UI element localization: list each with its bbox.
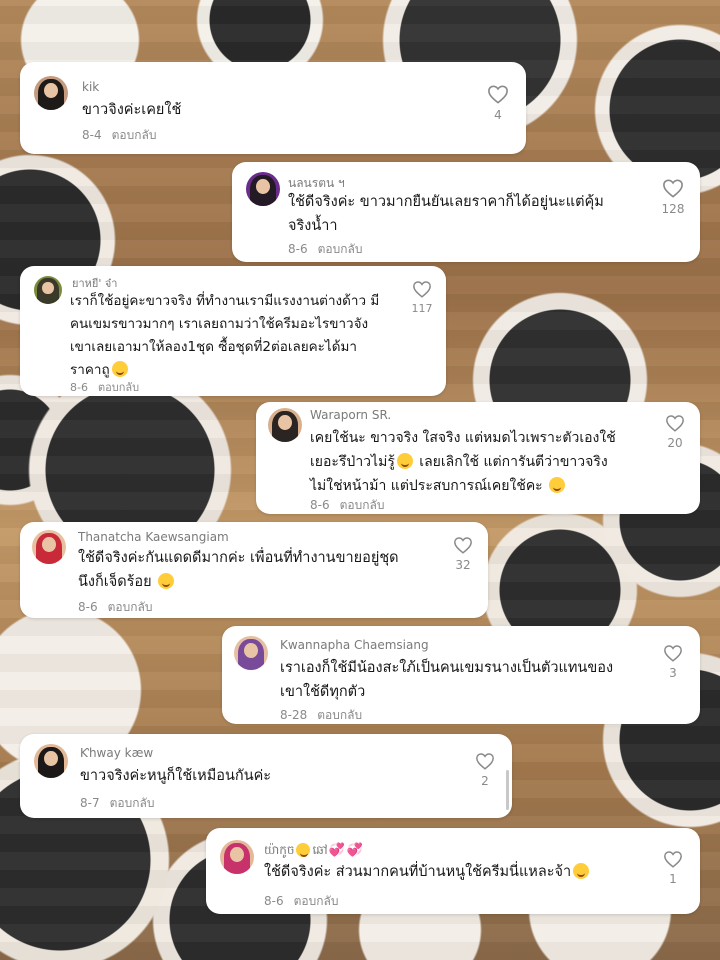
comment-username[interactable]: យ៉ាកូច ឆៅ💞 💞 xyxy=(264,842,364,860)
smiling-face-with-hearts-icon xyxy=(158,573,175,589)
grinning-face-icon xyxy=(549,477,566,493)
like-count: 117 xyxy=(411,302,433,315)
comment-text: ใช้ดีจริงค่ะ ส่วนมากคนที่บ้านหนูใช้ครีมน… xyxy=(264,860,644,884)
comment-text: ใช้ดีจริงค่ะกันแดดดีมากค่ะ เพื่อนที่ทำงา… xyxy=(78,550,399,590)
avatar[interactable] xyxy=(34,744,68,778)
heart-icon xyxy=(413,281,431,298)
smiling-face-with-hearts-icon xyxy=(296,843,311,857)
avatar[interactable] xyxy=(268,408,302,442)
like-count: 20 xyxy=(667,436,683,450)
comment-card: Thanatcha Kaewsangiam ใช้ดีจริงค่ะกันแดด… xyxy=(20,522,488,618)
comment-date: 8-7 xyxy=(80,796,100,810)
avatar[interactable] xyxy=(34,76,68,110)
like-count: 2 xyxy=(481,774,489,788)
heart-icon xyxy=(666,415,684,432)
comment-username[interactable]: kik xyxy=(82,80,99,94)
comment-text: ใช้ดีจริงค่ะ ขาวมากยืนยันเลยราคาก็ได้อยู… xyxy=(288,194,604,234)
like-count: 1 xyxy=(669,872,677,886)
comment-date: 8-6 xyxy=(70,381,88,394)
heart-icon xyxy=(663,179,683,198)
comment-text: เราเองก็ใช้มีน้องสะใภ้เป็นคนเขมรนางเป็นต… xyxy=(280,660,614,700)
heart-icon xyxy=(454,537,472,554)
smiling-face-with-hearts-icon xyxy=(111,361,128,377)
like-count: 4 xyxy=(494,108,502,122)
comment-date: 8-28 xyxy=(280,708,308,722)
comment-meta: 8-6 ตอบกลับ xyxy=(288,240,362,259)
reply-button[interactable]: ตอบกลับ xyxy=(340,498,385,512)
reply-button[interactable]: ตอบกลับ xyxy=(98,381,139,394)
comment-text: ขาวจริงค่ะหนูก็ใช้เหมือนกันค่ะ xyxy=(80,768,272,784)
comment-card: យ៉ាកូច ឆៅ💞 💞 ใช้ดีจริงค่ะ ส่วนมากคนที่บ้าน… xyxy=(206,828,700,914)
reply-button[interactable]: ตอบกลับ xyxy=(108,600,153,614)
comment-text: เราก็ใช้อยู่คะขาวจริง ที่ทำงานเรามีแรงงา… xyxy=(70,293,380,378)
comment-card: Kwannapha Chaemsiang เราเองก็ใช้มีน้องสะ… xyxy=(222,626,700,724)
scrollbar[interactable] xyxy=(506,770,509,810)
like-count: 32 xyxy=(455,558,471,572)
comment-date: 8-6 xyxy=(288,242,308,256)
like-button[interactable]: 4 xyxy=(483,84,513,122)
smiling-face-with-hearts-icon xyxy=(573,863,590,879)
comment-card: Waraporn SR. เคยใช้นะ ขาวจริง ใสจริง แต่… xyxy=(256,402,700,514)
like-count: 3 xyxy=(669,666,677,680)
heart-icon xyxy=(476,753,494,770)
grinning-face-icon xyxy=(396,453,413,469)
heart-icon xyxy=(664,851,682,868)
comment-username[interactable]: Ƙhway kæw xyxy=(80,746,153,760)
reply-button[interactable]: ตอบกลับ xyxy=(318,242,363,256)
comment-card: ยาหยี' จ๋า เราก็ใช้อยู่คะขาวจริง ที่ทำงา… xyxy=(20,266,446,396)
comment-date: 8-6 xyxy=(310,498,330,512)
avatar[interactable] xyxy=(220,840,254,874)
comment-meta: 8-28 ตอบกลับ xyxy=(280,706,362,725)
comment-date: 8-6 xyxy=(264,894,284,908)
avatar[interactable] xyxy=(246,172,280,206)
like-button[interactable]: 2 xyxy=(470,752,500,788)
comment-username[interactable]: Thanatcha Kaewsangiam xyxy=(78,530,229,544)
sparkling-heart-icon: 💞 xyxy=(346,843,364,858)
like-button[interactable]: 32 xyxy=(448,536,478,572)
like-button[interactable]: 1 xyxy=(658,850,688,886)
sparkling-heart-icon: 💞 xyxy=(328,843,345,858)
comment-text: ขาวจิงค่ะเคยใช้ xyxy=(82,102,182,118)
like-button[interactable]: 117 xyxy=(407,280,437,315)
comment-username[interactable]: Kwannapha Chaemsiang xyxy=(280,638,429,652)
comment-meta: 8-4 ตอบกลับ xyxy=(82,126,156,145)
like-count: 128 xyxy=(661,202,685,216)
like-button[interactable]: 128 xyxy=(658,178,688,216)
like-button[interactable]: 3 xyxy=(658,644,688,680)
comment-meta: 8-6 ตอบกลับ xyxy=(70,378,139,396)
comment-date: 8-4 xyxy=(82,128,102,142)
reply-button[interactable]: ตอบกลับ xyxy=(112,128,157,142)
avatar[interactable] xyxy=(34,276,62,304)
comment-meta: 8-6 ตอบกลับ xyxy=(78,598,152,617)
heart-icon xyxy=(488,85,508,104)
avatar[interactable] xyxy=(32,530,66,564)
comment-username[interactable]: Waraporn SR. xyxy=(310,408,391,422)
comment-meta: 8-6 ตอบกลับ xyxy=(310,496,384,515)
like-button[interactable]: 20 xyxy=(660,414,690,450)
comment-meta: 8-6 ตอบกลับ xyxy=(264,892,338,911)
comment-date: 8-6 xyxy=(78,600,98,614)
comment-card: นลนรตน ฯ ใช้ดีจริงค่ะ ขาวมากยืนยันเลยราค… xyxy=(232,162,700,262)
reply-button[interactable]: ตอบกลับ xyxy=(317,708,362,722)
avatar[interactable] xyxy=(234,636,268,670)
comment-card: Ƙhway kæw ขาวจริงค่ะหนูก็ใช้เหมือนกันค่ะ… xyxy=(20,734,512,818)
comment-text: เคยใช้นะ ขาวจริง ใสจริง แต่หมดไวเพราะตัว… xyxy=(310,430,616,494)
heart-icon xyxy=(664,645,682,662)
comment-meta: 8-7 ตอบกลับ xyxy=(80,794,154,813)
reply-button[interactable]: ตอบกลับ xyxy=(294,894,339,908)
comment-card: kik ขาวจิงค่ะเคยใช้ 8-4 ตอบกลับ 4 xyxy=(20,62,526,154)
reply-button[interactable]: ตอบกลับ xyxy=(110,796,155,810)
